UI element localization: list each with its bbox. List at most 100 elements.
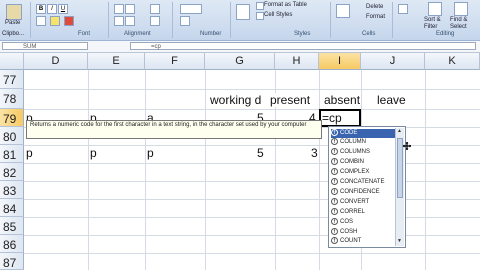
function-icon: f xyxy=(331,129,338,136)
row-header-83[interactable]: 83 xyxy=(0,181,24,199)
borders-icon[interactable] xyxy=(36,16,46,26)
column-header-k[interactable]: K xyxy=(425,53,480,70)
scroll-down-icon[interactable]: ▼ xyxy=(397,238,402,244)
function-autocomplete-list[interactable]: f CODE f COLUMN f COLUMNS f COMBIN f COMPLEX … xyxy=(328,126,406,248)
row-header-86[interactable]: 86 xyxy=(0,235,24,253)
autocomplete-item-columns[interactable]: f COLUMNS xyxy=(331,148,395,157)
cell-h78[interactable]: present xyxy=(270,93,311,107)
format-button[interactable]: Format xyxy=(366,14,385,21)
active-cell-i79[interactable]: =cp xyxy=(319,109,361,127)
merge-icon[interactable] xyxy=(150,16,160,26)
row-header-77[interactable]: 77 xyxy=(0,70,24,89)
function-icon: f xyxy=(331,188,338,195)
cell-i78[interactable]: absent xyxy=(324,93,360,107)
bold-icon[interactable]: B xyxy=(36,4,46,14)
align-center-icon[interactable] xyxy=(125,16,135,26)
find-select-button[interactable]: Find & Select xyxy=(450,17,478,31)
paste-button[interactable]: Paste xyxy=(5,20,20,27)
conditional-format-icon[interactable] xyxy=(236,4,250,20)
paste-icon[interactable] xyxy=(6,4,22,20)
clipboard-group-label: Clipbo... xyxy=(2,31,25,37)
ribbon: Paste Clipbo... B I U Font Alignment Num… xyxy=(0,0,480,41)
function-icon: f xyxy=(331,228,338,235)
column-header-d[interactable]: D xyxy=(24,53,88,70)
cell-e81[interactable]: p xyxy=(90,146,97,160)
column-header-g[interactable]: G xyxy=(205,53,275,70)
autosum-icon[interactable] xyxy=(398,4,408,14)
row-header-84[interactable]: 84 xyxy=(0,199,24,217)
autocomplete-item-concatenate[interactable]: f CONCATENATE xyxy=(331,178,395,187)
cell-g78[interactable]: working d xyxy=(210,93,261,107)
number-group-label: Number xyxy=(200,31,222,37)
fill-color-icon[interactable] xyxy=(50,16,60,26)
function-icon: f xyxy=(331,148,338,155)
autocomplete-item-count[interactable]: f COUNT xyxy=(331,237,395,246)
autocomplete-item-code[interactable]: f CODE xyxy=(331,129,395,138)
alignment-group-label: Alignment xyxy=(124,31,151,37)
row-header-79[interactable]: 79 xyxy=(0,109,24,127)
font-color-icon[interactable] xyxy=(64,16,74,26)
cell-d81[interactable]: p xyxy=(26,146,33,160)
function-tooltip: Returns a numeric code for the first cha… xyxy=(26,120,322,139)
cell-styles-icon[interactable] xyxy=(256,12,264,20)
function-icon: f xyxy=(331,218,338,225)
align-top-icon[interactable] xyxy=(114,4,124,14)
function-icon: f xyxy=(331,208,338,215)
underline-icon[interactable]: U xyxy=(58,4,68,14)
currency-icon[interactable] xyxy=(180,4,202,14)
function-icon: f xyxy=(331,198,338,205)
function-icon: f xyxy=(331,237,338,244)
column-header-f[interactable]: F xyxy=(145,53,205,70)
row-header-80[interactable]: 80 xyxy=(0,127,24,145)
formula-bar: SUM =cp xyxy=(0,41,480,53)
autocomplete-item-correl[interactable]: f CORREL xyxy=(331,208,395,217)
wrap-text-icon[interactable] xyxy=(150,4,160,14)
autocomplete-item-complex[interactable]: f COMPLEX xyxy=(331,168,395,177)
insert-icon[interactable] xyxy=(336,4,350,18)
sort-filter-icon[interactable] xyxy=(428,2,442,16)
column-header-j[interactable]: J xyxy=(361,53,425,70)
corner-select-all[interactable] xyxy=(0,53,24,70)
cells-group-label: Cells xyxy=(362,31,376,37)
autocomplete-item-combin[interactable]: f COMBIN xyxy=(331,158,395,167)
percent-icon[interactable] xyxy=(180,16,190,26)
italic-icon[interactable]: I xyxy=(47,4,57,14)
column-header-i[interactable]: I xyxy=(319,53,361,70)
format-table-icon[interactable] xyxy=(256,2,264,10)
autocomplete-item-convert[interactable]: f CONVERT xyxy=(331,198,395,207)
row-header-78[interactable]: 78 xyxy=(0,89,24,109)
column-header-e[interactable]: E xyxy=(88,53,145,70)
autocomplete-item-cosh[interactable]: f COSH xyxy=(331,228,395,237)
autocomplete-item-cos[interactable]: f COS xyxy=(331,218,395,227)
sort-filter-button[interactable]: Sort & Filter xyxy=(424,17,446,31)
font-group-label: Font xyxy=(78,31,91,37)
autocomplete-item-confidence[interactable]: f CONFIDENCE xyxy=(331,188,395,197)
function-icon: f xyxy=(331,168,338,175)
delete-button[interactable]: Delete xyxy=(366,4,383,11)
function-icon: f xyxy=(331,138,338,145)
row-header-85[interactable]: 85 xyxy=(0,217,24,235)
function-icon: f xyxy=(331,178,338,185)
cell-j78[interactable]: leave xyxy=(377,93,406,107)
cell-h81[interactable]: 3 xyxy=(311,146,318,160)
autocomplete-item-column[interactable]: f COLUMN xyxy=(331,138,395,147)
styles-group-label: Styles xyxy=(294,31,311,37)
name-box[interactable]: SUM xyxy=(2,42,88,50)
column-header-h[interactable]: H xyxy=(275,53,319,70)
cell-g81[interactable]: 5 xyxy=(257,146,264,160)
cell-i79-editor[interactable]: =cp xyxy=(322,111,342,125)
scroll-up-icon[interactable]: ▲ xyxy=(397,128,402,134)
format-as-table-button[interactable]: Format as Table xyxy=(264,2,307,9)
row-header-82[interactable]: 82 xyxy=(0,163,24,181)
function-icon: f xyxy=(331,158,338,165)
formula-input[interactable]: =cp xyxy=(130,42,476,50)
row-header-81[interactable]: 81 xyxy=(0,145,24,163)
cell-styles-button[interactable]: Cell Styles xyxy=(264,12,292,19)
row-header-87[interactable]: 87 xyxy=(0,253,24,270)
align-middle-icon[interactable] xyxy=(125,4,135,14)
cell-f81[interactable]: p xyxy=(147,146,154,160)
mouse-cursor-icon xyxy=(403,142,411,150)
editing-group-label: Editing xyxy=(436,31,455,37)
align-left-icon[interactable] xyxy=(114,16,124,26)
find-select-icon[interactable] xyxy=(454,2,468,16)
